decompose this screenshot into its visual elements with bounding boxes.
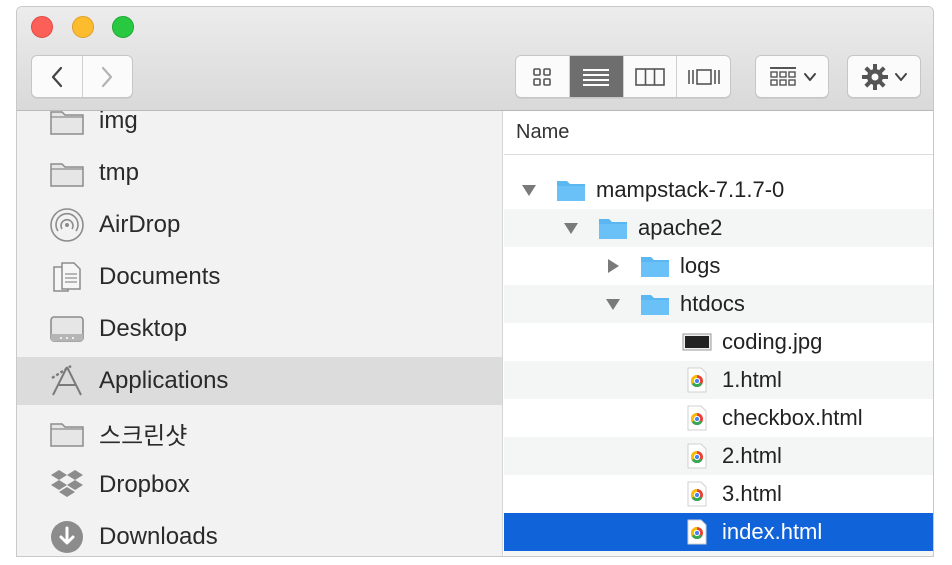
documents-icon — [49, 259, 85, 295]
chrome-html-file-icon — [682, 441, 712, 471]
sidebar-item-screenshots[interactable]: 스크린샷 — [17, 409, 502, 457]
disclosure-triangle-expanded-icon[interactable] — [562, 219, 580, 237]
sidebar-item-label: AirDrop — [99, 211, 181, 238]
list-item[interactable]: 2.html — [504, 437, 933, 475]
navigation-buttons — [31, 55, 133, 98]
sidebar-item-downloads[interactable]: Downloads — [17, 513, 502, 556]
column-header-name[interactable]: Name — [504, 111, 933, 155]
sidebar-item-label: Downloads — [99, 523, 218, 550]
sidebar-item-label: Applications — [99, 367, 229, 394]
sidebar-item-applications[interactable]: Applications — [17, 357, 502, 405]
list-view-icon — [583, 68, 610, 86]
list-item[interactable]: 3.html — [504, 475, 933, 513]
chrome-html-file-icon — [682, 517, 712, 547]
sidebar-item-dropbox[interactable]: Dropbox — [17, 461, 502, 509]
folder-icon — [640, 251, 670, 281]
sidebar-item-label: 스크린샷 — [99, 422, 188, 450]
list-item[interactable]: mampstack-7.1.7-0 — [504, 171, 933, 209]
arrange-menu-button[interactable] — [755, 55, 829, 98]
dropbox-icon — [49, 467, 85, 503]
chrome-html-file-icon — [682, 479, 712, 509]
disclosure-triangle-expanded-icon[interactable] — [604, 295, 622, 313]
close-window-button[interactable] — [31, 16, 53, 38]
zoom-window-button[interactable] — [112, 16, 134, 38]
sidebar-item-airdrop[interactable]: AirDrop — [17, 201, 502, 249]
file-name: 2.html — [722, 443, 782, 468]
image-file-icon — [682, 327, 712, 357]
folder-icon — [640, 289, 670, 319]
icon-view-button[interactable] — [516, 56, 569, 97]
icon-view-icon — [533, 67, 552, 86]
file-name: logs — [680, 253, 721, 278]
airdrop-icon — [49, 207, 85, 243]
downloads-icon — [49, 519, 85, 555]
gallery-view-button[interactable] — [676, 56, 730, 97]
sidebar-item-label: img — [99, 111, 138, 134]
sidebar-item-label: Desktop — [99, 315, 188, 342]
toolbar — [17, 7, 933, 111]
arrange-icon — [770, 66, 796, 86]
sidebar-item-label: tmp — [99, 159, 140, 186]
sidebar-item-img[interactable]: img — [17, 111, 502, 145]
back-button[interactable] — [32, 56, 82, 97]
sidebar-item-desktop[interactable]: Desktop — [17, 305, 502, 353]
file-list: Name mampstack-7.1.7-0 apache2 logs htdo… — [504, 111, 933, 556]
sidebar: img tmp AirDrop Documents Desktop Applic… — [17, 111, 503, 556]
chevron-down-icon — [804, 72, 816, 81]
column-header-label: Name — [516, 121, 570, 143]
sidebar-item-label: Dropbox — [99, 471, 190, 498]
list-item[interactable]: htdocs — [504, 285, 933, 323]
file-name: htdocs — [680, 291, 745, 316]
desktop-icon — [49, 311, 85, 347]
file-name: index.html — [722, 519, 823, 544]
applications-icon — [49, 363, 85, 399]
chrome-html-file-icon — [682, 403, 712, 433]
file-name: coding.jpg — [722, 329, 823, 354]
list-item[interactable]: coding.jpg — [504, 323, 933, 361]
gear-icon — [862, 63, 888, 90]
folder-icon — [49, 111, 85, 139]
chrome-html-file-icon — [682, 365, 712, 395]
chevron-right-icon — [102, 66, 113, 87]
list-item[interactable]: logs — [504, 247, 933, 285]
column-view-button[interactable] — [622, 56, 677, 97]
folder-icon — [556, 175, 586, 205]
list-item[interactable] — [504, 551, 933, 556]
sidebar-item-documents[interactable]: Documents — [17, 253, 502, 301]
folder-icon — [598, 213, 628, 243]
list-item[interactable]: 1.html — [504, 361, 933, 399]
finder-window: img tmp AirDrop Documents Desktop Applic… — [16, 6, 934, 557]
disclosure-triangle-expanded-icon[interactable] — [520, 181, 538, 199]
file-name: checkbox.html — [722, 405, 863, 430]
sidebar-item-label: Documents — [99, 263, 221, 290]
list-item[interactable]: checkbox.html — [504, 399, 933, 437]
view-mode-segmented-control — [515, 55, 731, 98]
file-name: 3.html — [722, 481, 782, 506]
chevron-down-icon — [895, 72, 907, 81]
folder-icon — [49, 155, 85, 191]
file-name: mampstack-7.1.7-0 — [596, 177, 785, 202]
disclosure-triangle-collapsed-icon[interactable] — [604, 257, 622, 275]
column-view-icon — [635, 67, 665, 86]
forward-button[interactable] — [81, 56, 133, 97]
sidebar-item-tmp[interactable]: tmp — [17, 149, 502, 197]
folder-icon — [49, 415, 85, 451]
list-item-selected[interactable]: index.html — [504, 513, 933, 551]
action-menu-button[interactable] — [847, 55, 921, 98]
chevron-left-icon — [51, 66, 62, 87]
file-name: apache2 — [638, 215, 723, 240]
list-item[interactable]: apache2 — [504, 209, 933, 247]
cover-flow-icon — [687, 68, 720, 85]
list-view-button[interactable] — [568, 56, 623, 97]
minimize-window-button[interactable] — [72, 16, 94, 38]
file-name: 1.html — [722, 367, 782, 392]
